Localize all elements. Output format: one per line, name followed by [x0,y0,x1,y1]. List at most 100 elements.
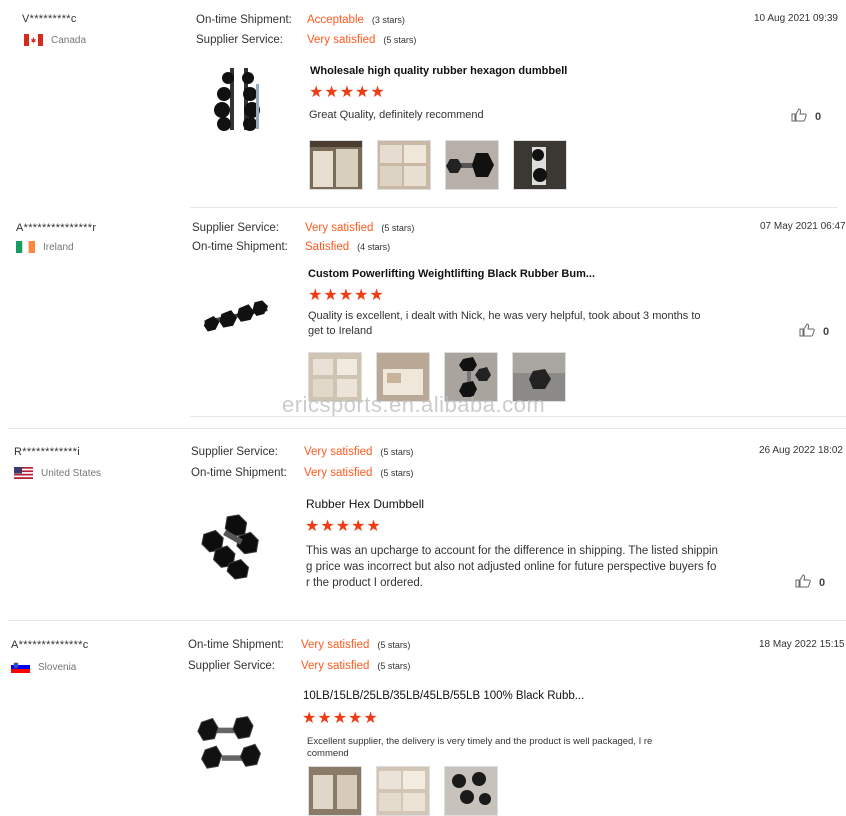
divider [190,207,838,208]
rating-label: Supplier Service: [191,446,278,458]
product-title[interactable]: Rubber Hex Dumbbell [306,497,424,511]
review-date: 18 May 2022 15:15 [759,639,845,650]
like-button[interactable]: 0 [799,323,829,340]
review-date: 07 May 2021 06:47 [760,221,846,232]
product-title[interactable]: Wholesale high quality rubber hexagon du… [310,65,567,77]
country-label: Slovenia [38,661,77,673]
thumbs-up-icon [799,323,815,340]
comment-line: Great Quality, definitely recommend [309,109,484,121]
like-count: 0 [815,110,822,123]
thumbs-up-icon [791,108,807,125]
reviewer-country: Canada [24,34,86,46]
country-label: Canada [51,34,87,46]
rating-value: Very satisfied [304,446,373,458]
star-icon: ★ [366,518,381,535]
review-comment: Great Quality, definitely recommend [309,108,749,123]
like-count: 0 [819,576,826,589]
comment-line: get to Ireland [308,325,373,337]
rating-stars-text: (5 stars) [380,447,414,457]
rating-row: On-time Shipment: Very satisfied (5 star… [191,467,413,479]
thumbs-up-icon [795,574,811,591]
rating-row: On-time Shipment: Acceptable (3 stars) [196,14,405,26]
review-photo[interactable] [376,766,430,816]
star-icon: ★ [354,287,369,304]
rating-value: Very satisfied [307,34,376,46]
rating-stars-text: (4 stars) [357,242,391,252]
review-photo[interactable] [309,140,363,190]
rating-row: Supplier Service: Very satisfied (5 star… [191,446,413,458]
like-count: 0 [823,325,830,338]
comment-line: Excellent supplier, the delivery is very… [307,736,653,747]
reviewer-country: Ireland [16,241,74,253]
reviewer-name: V*********c [22,13,77,25]
star-icon: ★ [320,518,335,535]
review-photo[interactable] [377,140,431,190]
star-icon: ★ [324,84,339,101]
rating-stars-text: (5 stars) [380,468,414,478]
usa-flag-icon [14,467,33,479]
rating-row: Supplier Service: Very satisfied (5 star… [192,222,414,234]
rating-row: On-time Shipment: Satisfied (4 stars) [192,241,390,253]
review-photo[interactable] [444,766,498,816]
like-button[interactable]: 0 [795,574,825,591]
product-thumbnail[interactable] [200,280,270,350]
review-photo[interactable] [308,766,362,816]
star-icon: ★ [323,287,338,304]
rating-stars-text: (5 stars) [383,35,417,45]
rating-label: On-time Shipment: [188,639,284,651]
product-title[interactable]: Custom Powerlifting Weightlifting Black … [308,268,595,280]
rating-stars-text: (5 stars) [377,640,411,650]
star-icon: ★ [370,84,385,101]
rating-value: Very satisfied [301,660,370,672]
divider [8,620,846,621]
product-thumbnail[interactable] [204,64,274,134]
star-icon: ★ [351,518,366,535]
review-comment: Quality is excellent, i dealt with Nick,… [308,309,768,339]
reviewer-name: A***************r [16,222,97,234]
review-date: 10 Aug 2021 09:39 [754,13,838,24]
rating-stars-text: (5 stars) [377,661,411,671]
star-icon: ★ [355,84,370,101]
reviewer-name: R************i [14,446,80,458]
star-icon: ★ [338,287,354,304]
star-rating: ★ ★ ★ ★ ★ [309,85,385,101]
rating-row: Supplier Service: Very satisfied (5 star… [188,660,410,672]
star-icon: ★ [369,287,384,304]
rating-row: On-time Shipment: Very satisfied (5 star… [188,639,410,651]
slovenia-flag-icon [11,661,30,673]
rating-value: Satisfied [305,241,350,253]
divider [8,428,846,429]
comment-line: commend [307,748,349,759]
rating-value: Very satisfied [305,222,374,234]
star-rating: ★ ★ ★ ★ ★ [305,519,381,535]
reviewer-name: A**************c [11,639,89,651]
country-label: United States [41,467,102,479]
product-thumbnail[interactable] [196,712,266,782]
product-thumbnail[interactable] [198,510,268,580]
product-title[interactable]: 10LB/15LB/25LB/35LB/45LB/55LB 100% Black… [303,690,584,702]
star-icon: ★ [332,710,348,727]
like-button[interactable]: 0 [791,108,821,125]
rating-stars-text: (3 stars) [371,15,405,25]
comment-line: r the product I ordered. [306,577,423,589]
star-rating: ★ ★ ★ ★ ★ [308,288,384,304]
star-icon: ★ [339,84,355,101]
rating-value: Very satisfied [304,467,373,479]
star-icon: ★ [335,518,351,535]
rating-label: Supplier Service: [188,660,275,672]
review-photos [309,140,567,190]
rating-label: Supplier Service: [192,222,279,234]
star-icon: ★ [317,710,332,727]
star-rating: ★ ★ ★ ★ ★ [302,711,378,727]
star-icon: ★ [302,710,317,727]
rating-stars-text: (5 stars) [381,223,415,233]
review-photo[interactable] [513,140,567,190]
canada-flag-icon [24,34,43,46]
review-photo[interactable] [445,140,499,190]
rating-label: On-time Shipment: [196,14,292,26]
star-icon: ★ [309,84,324,101]
reviewer-country: Slovenia [11,661,76,673]
review-date: 26 Aug 2022 18:02 [759,445,843,456]
watermark: ericsports.en.alibaba.com [282,392,546,417]
rating-value: Very satisfied [301,639,370,651]
